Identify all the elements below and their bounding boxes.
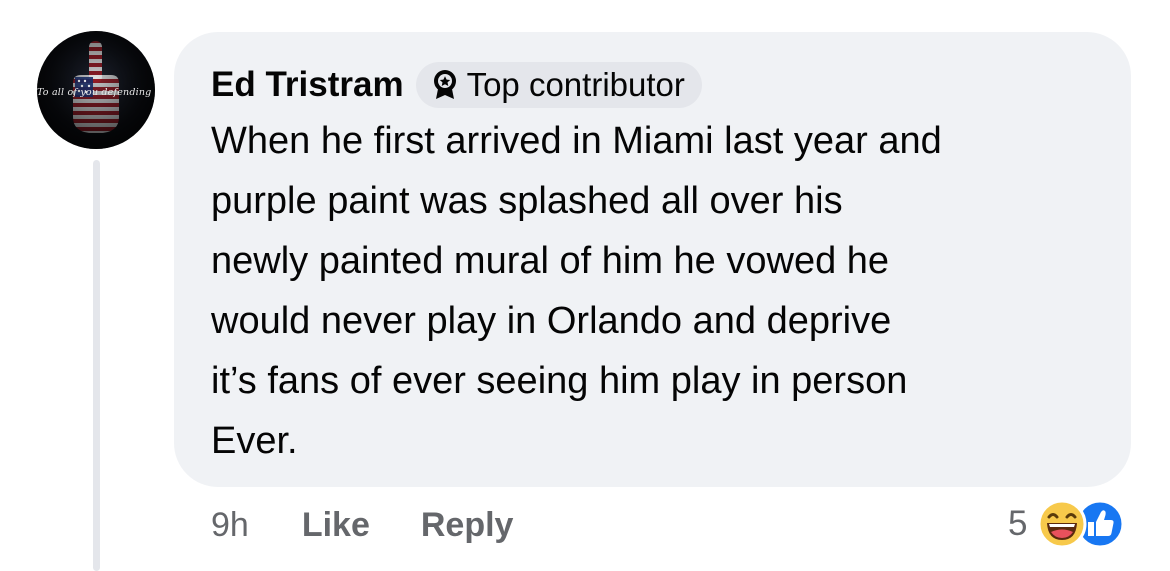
top-contributor-icon	[433, 70, 456, 99]
comment-text: When he first arrived in Miami last year…	[211, 120, 942, 462]
reaction-icons	[1035, 499, 1135, 549]
top-contributor-badge[interactable]: Top contributor	[415, 62, 702, 108]
reply-button[interactable]: Reply	[421, 506, 514, 545]
avatar-caption: To all of you defending Trump	[37, 87, 155, 98]
timestamp[interactable]: 9h	[211, 506, 249, 545]
reaction-count: 5	[1008, 504, 1028, 543]
reactions-summary[interactable]: 5	[1008, 498, 1135, 550]
comment-header: Ed Tristram Top contributor	[211, 62, 702, 108]
like-button[interactable]: Like	[302, 506, 370, 545]
badge-label: Top contributor	[466, 66, 685, 103]
haha-emoji-icon	[1037, 499, 1087, 549]
comment-actions: 9h Like Reply	[211, 502, 513, 548]
thread-line	[93, 160, 100, 571]
avatar[interactable]: To all of you defending Trump	[37, 31, 155, 149]
author-name[interactable]: Ed Tristram	[211, 65, 404, 105]
